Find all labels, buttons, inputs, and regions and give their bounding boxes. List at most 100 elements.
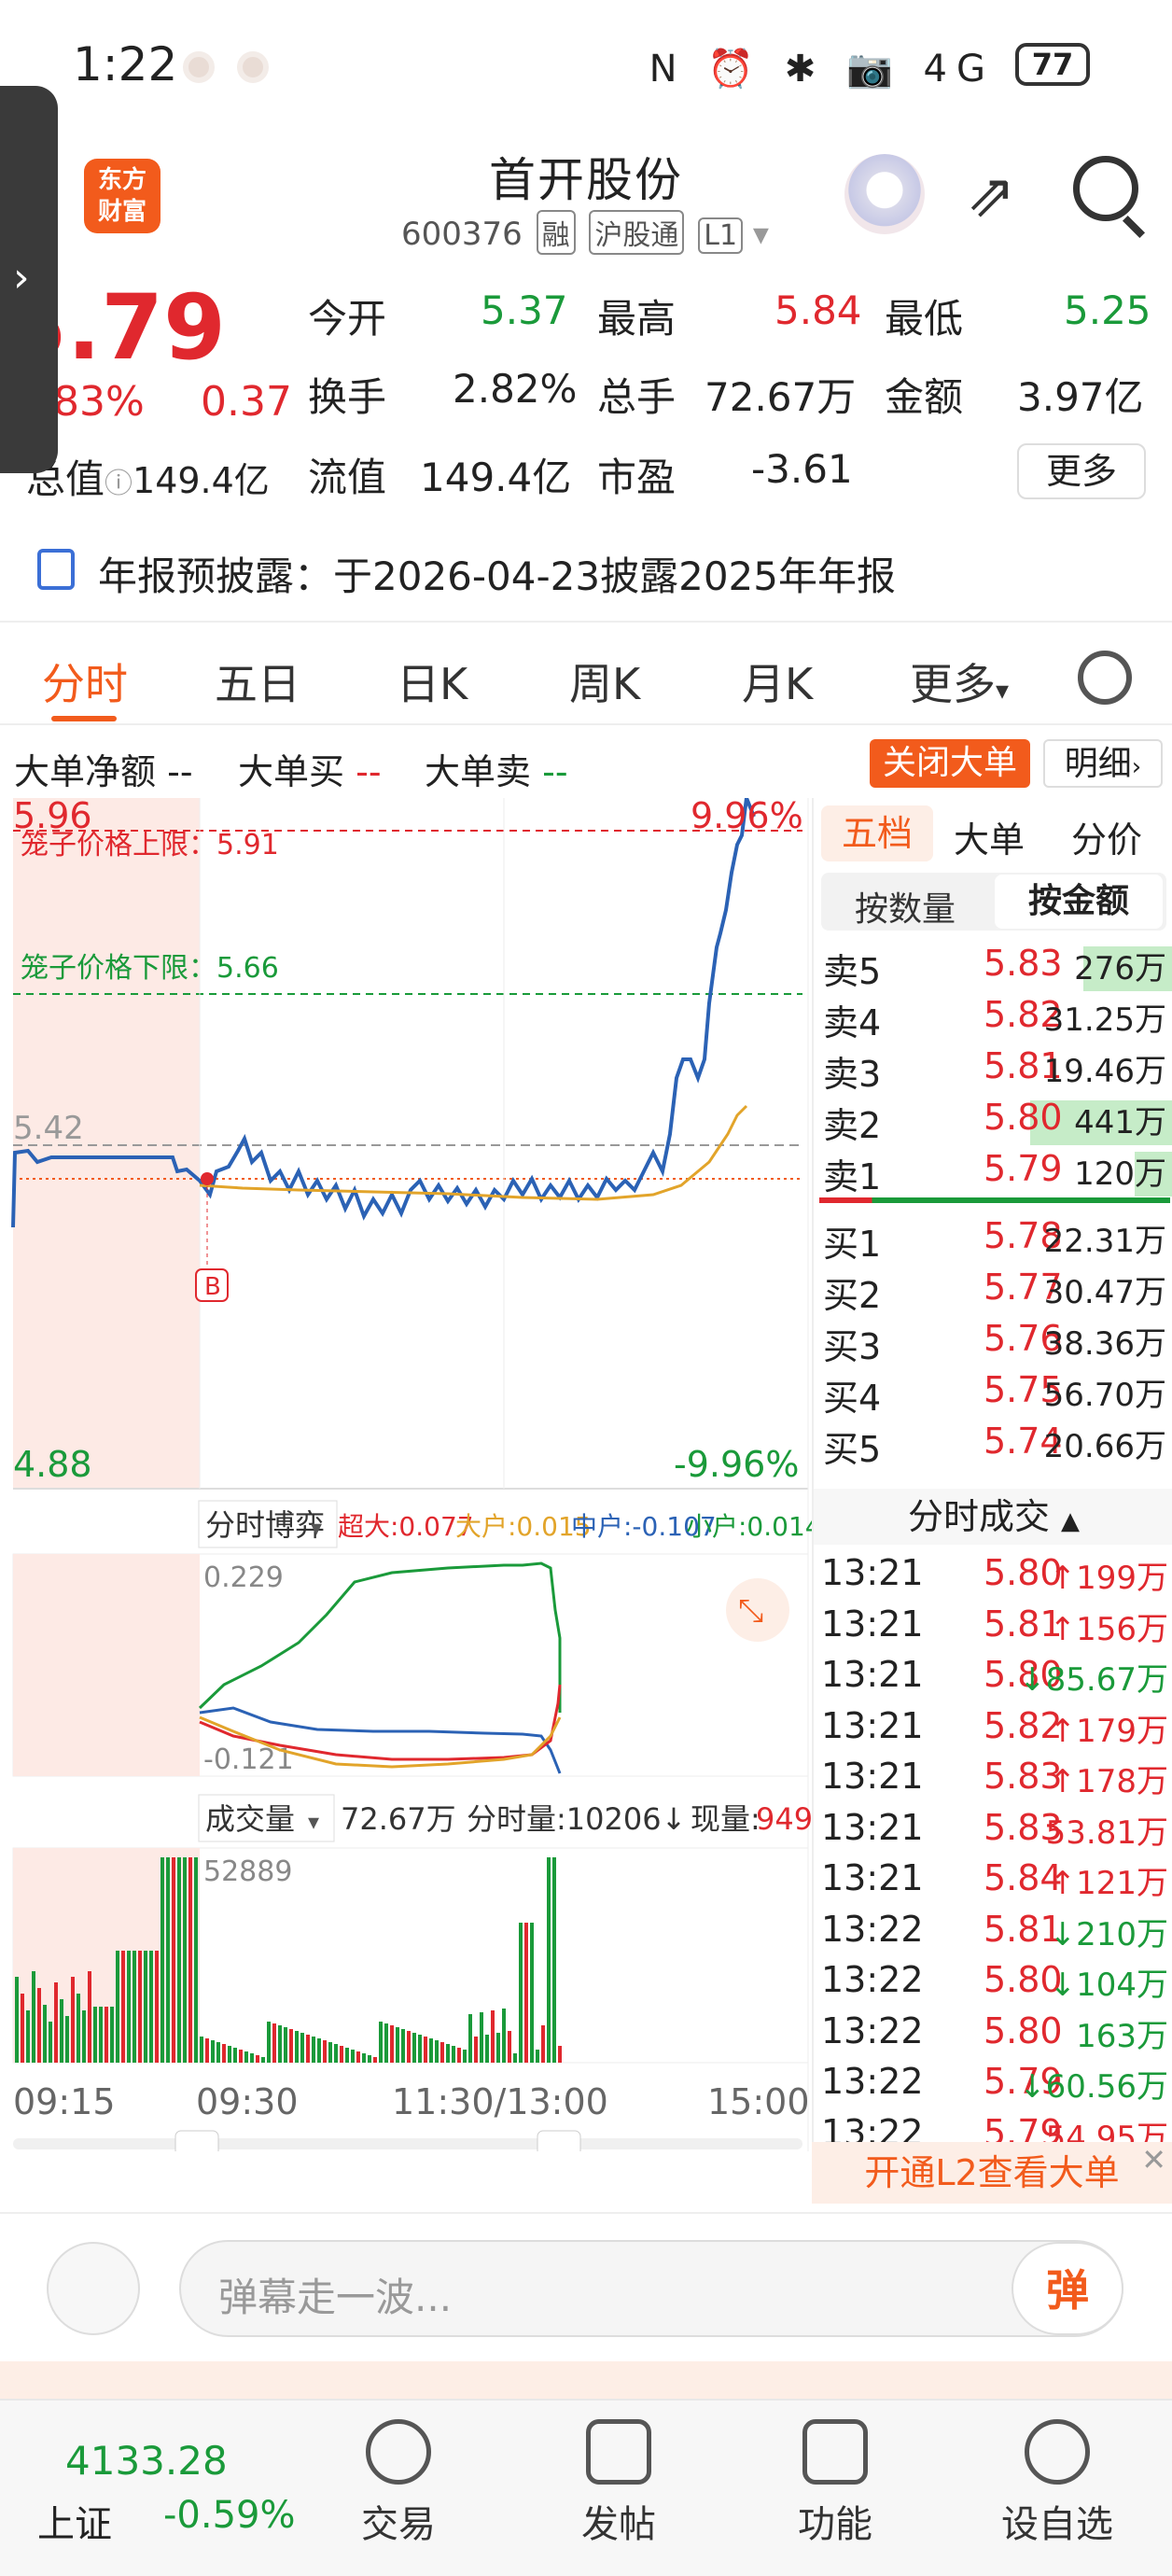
time-label: 11:30/13:00 — [392, 2081, 608, 2122]
cage-upper-label: 笼子价格上限：5.91 — [21, 829, 279, 861]
trades-header[interactable]: 分时成交 ▲ — [814, 1489, 1172, 1545]
volume-bar — [233, 2048, 237, 2063]
level-price: 5.79 — [984, 1148, 1063, 1189]
volume-bar — [390, 2025, 394, 2063]
grid-icon — [802, 2419, 868, 2485]
volume-bar — [172, 1857, 175, 2063]
bid-row: 买3 5.76 38.36万 — [814, 1318, 1172, 1368]
tag-margin: 融 — [536, 210, 576, 255]
field-label: 今开 — [308, 296, 387, 342]
field-label: 最低 — [885, 296, 964, 342]
share-icon[interactable]: ⇗ — [966, 161, 1016, 231]
stock-subtitle: 600376 融 沪股通 L1 ▾ — [401, 210, 769, 255]
nav-add-watchlist[interactable]: 设自选 — [987, 2419, 1127, 2548]
bottom-price-label: 4.88 — [13, 1444, 92, 1485]
trade-volume-value: 199万 — [1076, 1560, 1168, 1597]
volume-bar — [289, 2029, 293, 2063]
small-flow: 小户:0.014 — [686, 1511, 812, 1542]
tab-big-orders[interactable]: 大单 — [954, 811, 1025, 862]
battery-icon: 77 — [1015, 43, 1090, 86]
trade-arrow: ↓ — [1049, 1915, 1077, 1953]
time-label: 15:00 — [707, 2081, 810, 2122]
volume-bar — [239, 2050, 243, 2063]
chevron-down-icon[interactable]: ▾ — [753, 216, 769, 253]
volume-bar — [121, 1951, 125, 2063]
comment-settings-icon[interactable] — [47, 2242, 140, 2335]
intraday-chart[interactable]: B 5.96 9.96% 笼子价格上限：5.91 笼子价格下限：5.66 5.4… — [0, 795, 822, 2158]
l2-upgrade-banner[interactable]: 开通L2查看大单 ✕ — [812, 2142, 1172, 2204]
volume-bar — [295, 2031, 299, 2063]
tab-price-split[interactable]: 分价 — [1071, 811, 1142, 862]
bid-row: 买1 5.78 22.31万 — [814, 1215, 1172, 1266]
volume-bar — [547, 1857, 551, 2063]
bid-row: 买2 5.77 30.47万 — [814, 1267, 1172, 1317]
buy-value: -- — [356, 751, 382, 792]
danmu-input[interactable]: 弹幕走一波... 弹 — [179, 2240, 1123, 2337]
volume-bar — [508, 2031, 511, 2063]
assistant-avatar-icon[interactable] — [844, 154, 925, 234]
nav-trade[interactable]: 交易 — [328, 2419, 468, 2548]
trade-volume: ↓104万 — [1050, 1959, 1168, 2005]
tab-five-levels[interactable]: 五档 — [821, 805, 933, 861]
volume-bar — [144, 1951, 147, 2063]
volume-bar — [188, 1857, 192, 2063]
chevron-down-icon: ▾ — [311, 1515, 322, 1541]
bid-ask-ratio-bar — [819, 1197, 1170, 1203]
sub-tab-by-quantity[interactable]: 按数量 — [855, 882, 956, 931]
volume-bar — [284, 2027, 287, 2063]
index-change: -0.59% — [163, 2494, 296, 2537]
volume-bar — [21, 1994, 24, 2063]
volume-bar — [379, 2022, 383, 2063]
gear-icon[interactable] — [1078, 651, 1132, 705]
notification-icon — [237, 51, 269, 83]
volume-bar — [133, 1951, 136, 2063]
info-icon[interactable]: ⓘ — [105, 468, 133, 500]
volume-bar — [194, 1857, 198, 2063]
tab-daily-k[interactable]: 日K — [397, 651, 467, 712]
level-label: 卖4 — [823, 1002, 882, 1043]
volume-bar — [558, 2046, 562, 2063]
volume-bar — [334, 2044, 338, 2063]
danmu-toggle-button[interactable]: 弹 — [1012, 2242, 1123, 2335]
trade-arrow: ↓ — [1019, 2068, 1046, 2106]
tab-weekly-k[interactable]: 周K — [569, 651, 640, 712]
close-big-order-button[interactable]: 关闭大单 — [870, 739, 1030, 788]
volume-bar — [211, 2040, 215, 2063]
volume-bar — [480, 2012, 483, 2063]
level-volume: 19.46万 — [1043, 1053, 1166, 1090]
volume-bar — [205, 2038, 209, 2063]
side-drawer-handle[interactable]: › — [0, 86, 58, 473]
level-price: 5.80 — [984, 1097, 1063, 1138]
annual-report-notice[interactable]: 年报预披露：于2026-04-23披露2025年年报 — [0, 541, 1172, 607]
nav-post[interactable]: 发帖 — [549, 2419, 689, 2548]
time-label: 09:30 — [196, 2081, 299, 2122]
volume-bar — [228, 2046, 231, 2063]
stock-code: 600376 — [401, 216, 523, 253]
tab-intraday[interactable]: 分时 — [42, 651, 128, 712]
more-button[interactable]: 更多 — [1017, 443, 1146, 499]
close-icon[interactable]: ✕ — [1141, 2129, 1166, 2191]
volume-bar — [340, 2046, 343, 2063]
nav-functions[interactable]: 功能 — [765, 2419, 905, 2548]
triangle-up-icon: ▲ — [1061, 1507, 1081, 1535]
trade-volume-value: 53.81万 — [1045, 1813, 1168, 1852]
scroll-track[interactable] — [13, 2138, 802, 2149]
volume-now: 949 — [756, 1801, 812, 1837]
scroll-handle-left[interactable] — [174, 2130, 219, 2158]
tab-five-day[interactable]: 五日 — [215, 651, 300, 712]
trade-row: 13:22 5.81 ↓210万 — [814, 1909, 1172, 1959]
search-icon[interactable] — [1073, 156, 1138, 221]
ask-row: 卖3 5.81 19.46万 — [814, 1045, 1172, 1096]
cage-lower-label: 笼子价格下限：5.66 — [21, 952, 279, 985]
scroll-handle-right[interactable] — [537, 2130, 581, 2158]
detail-button[interactable]: 明细› — [1043, 739, 1163, 788]
volume-bar — [351, 2050, 355, 2063]
tab-more[interactable]: 更多▾ — [910, 651, 1009, 712]
volume-bar — [160, 1857, 164, 2063]
tab-more-label: 更多 — [910, 659, 996, 709]
tab-monthly-k[interactable]: 月K — [742, 651, 813, 712]
sub-tab-by-amount[interactable]: 按金额 — [995, 875, 1163, 929]
volume-bar — [88, 1971, 91, 2063]
index-value[interactable]: 4133.28 — [65, 2438, 228, 2484]
volume-bar — [261, 2057, 265, 2063]
